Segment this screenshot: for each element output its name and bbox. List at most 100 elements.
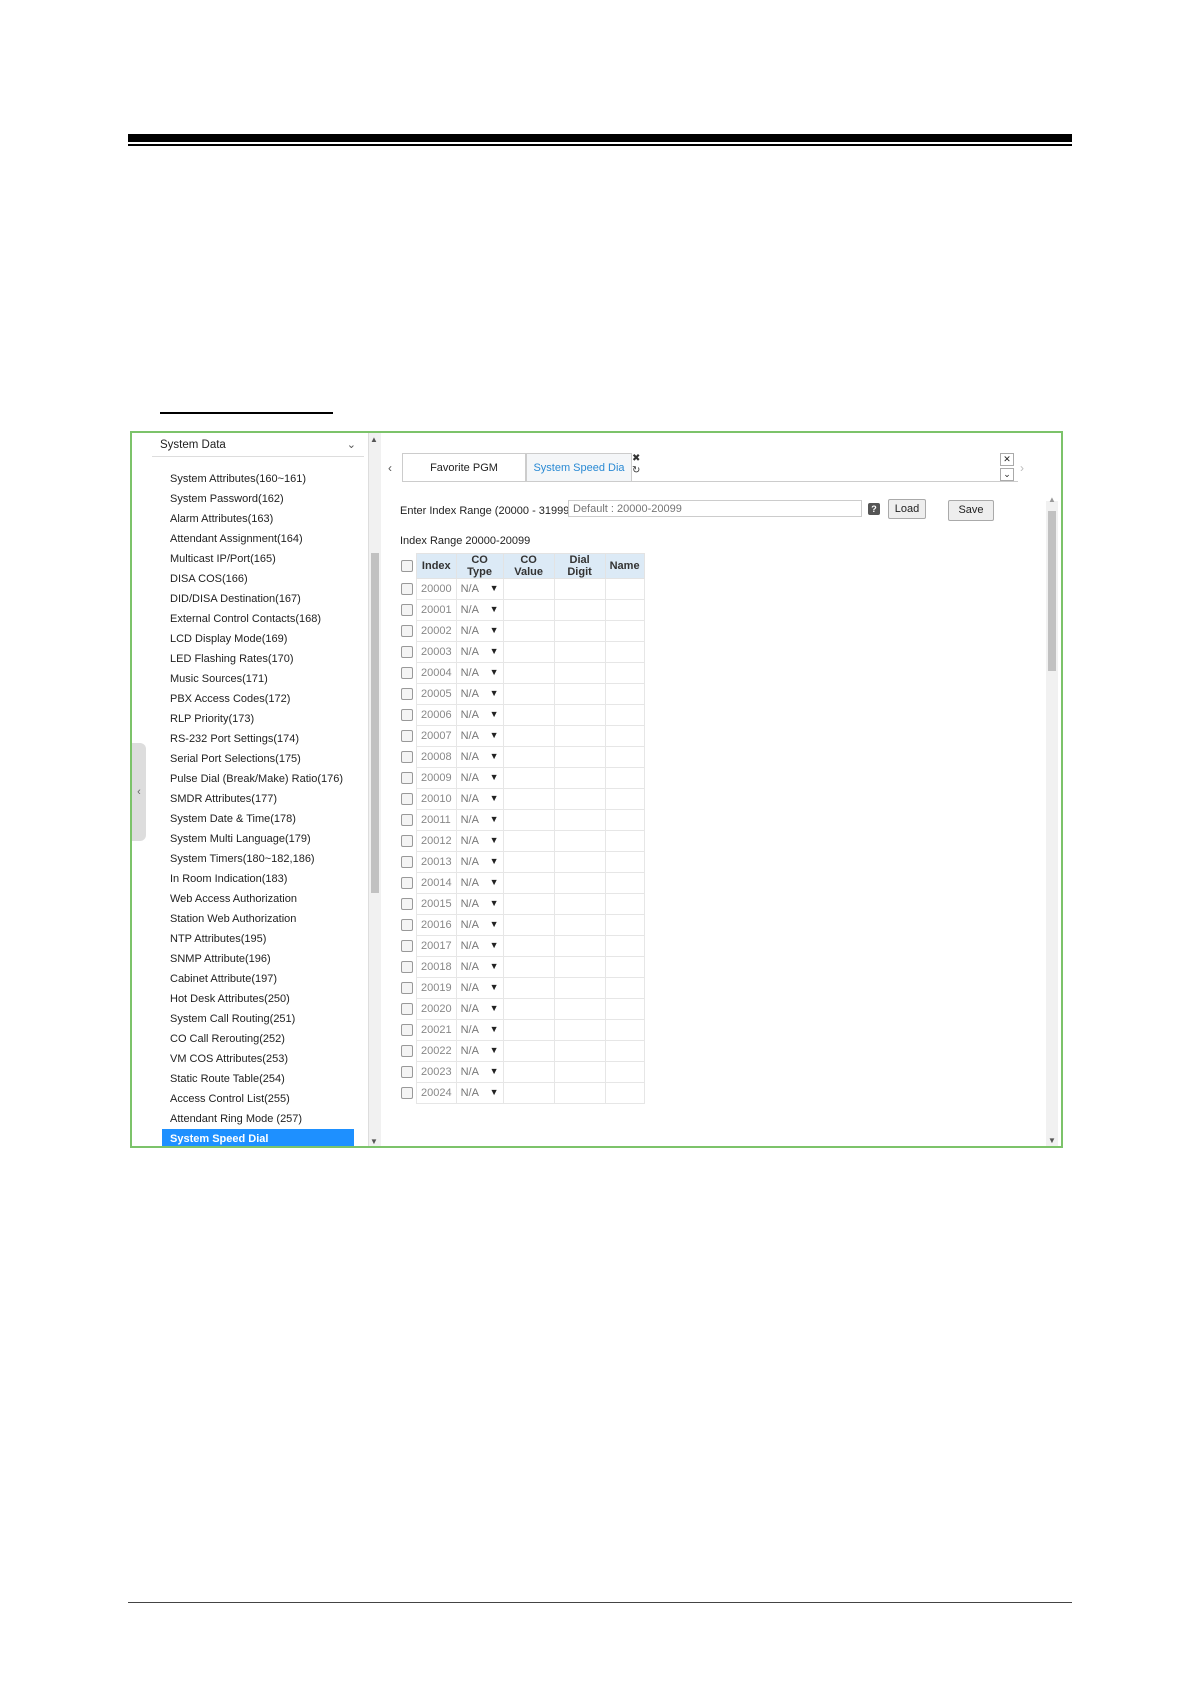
dial-digit-cell[interactable] [553,956,606,978]
co-value-cell[interactable] [502,914,555,936]
dropdown-arrow-icon[interactable]: ▼ [490,1045,499,1055]
row-checkbox[interactable] [401,856,413,869]
co-type-select[interactable]: N/A ▼ [455,893,504,915]
name-cell[interactable] [604,767,645,789]
dial-digit-cell[interactable] [553,914,606,936]
co-type-select[interactable]: N/A ▼ [455,704,504,726]
row-checkbox[interactable] [401,898,413,911]
sidebar-item[interactable]: Hot Desk Attributes(250) [152,989,364,1009]
co-value-cell[interactable] [502,704,555,726]
row-checkbox[interactable] [401,835,413,848]
row-checkbox[interactable] [401,646,413,659]
co-type-select[interactable]: N/A ▼ [455,641,504,663]
row-checkbox[interactable] [401,877,413,890]
co-value-cell[interactable] [502,830,555,852]
co-value-cell[interactable] [502,788,555,810]
name-cell[interactable] [604,1082,645,1104]
dial-digit-cell[interactable] [553,746,606,768]
name-cell[interactable] [604,578,645,600]
row-checkbox[interactable] [401,919,413,932]
co-value-cell[interactable] [502,725,555,747]
dropdown-arrow-icon[interactable]: ▼ [490,982,499,992]
dropdown-arrow-icon[interactable]: ▼ [490,646,499,656]
row-checkbox[interactable] [401,1045,413,1058]
dial-digit-cell[interactable] [553,1019,606,1041]
row-checkbox[interactable] [401,730,413,743]
co-value-cell[interactable] [502,1019,555,1041]
co-type-select[interactable]: N/A ▼ [455,872,504,894]
dial-digit-cell[interactable] [553,893,606,915]
co-value-cell[interactable] [502,1082,555,1104]
co-type-select[interactable]: N/A ▼ [455,788,504,810]
co-type-select[interactable]: N/A ▼ [455,725,504,747]
sidebar-item[interactable]: Static Route Table(254) [152,1069,364,1089]
index-range-input[interactable] [568,500,862,517]
sidebar-item[interactable]: Attendant Ring Mode (257) [152,1109,364,1129]
help-icon[interactable]: ? [868,503,880,515]
row-checkbox[interactable] [401,793,413,806]
dial-digit-cell[interactable] [553,641,606,663]
tab-scroll-left-icon[interactable]: ‹ [388,461,392,475]
main-scroll-thumb[interactable] [1048,511,1056,671]
dropdown-arrow-icon[interactable]: ▼ [490,1087,499,1097]
name-cell[interactable] [604,704,645,726]
dropdown-arrow-icon[interactable]: ▼ [490,772,499,782]
dial-digit-cell[interactable] [553,830,606,852]
co-type-select[interactable]: N/A ▼ [455,1019,504,1041]
sidebar-item[interactable]: Attendant Assignment(164) [152,529,364,549]
close-all-icon[interactable]: ✕ [1000,453,1014,466]
sidebar-item[interactable]: System Password(162) [152,489,364,509]
sidebar-item[interactable]: System Date & Time(178) [152,809,364,829]
sidebar-item[interactable]: Access Control List(255) [152,1089,364,1109]
header-co-type[interactable]: CO Type [455,553,504,579]
co-value-cell[interactable] [502,956,555,978]
dial-digit-cell[interactable] [553,1061,606,1083]
name-cell[interactable] [604,599,645,621]
dropdown-arrow-icon[interactable]: ▼ [490,667,499,677]
load-button[interactable]: Load [888,499,926,519]
sidebar-item[interactable]: External Control Contacts(168) [152,609,364,629]
name-cell[interactable] [604,851,645,873]
sidebar-item[interactable]: In Room Indication(183) [152,869,364,889]
co-type-select[interactable]: N/A ▼ [455,851,504,873]
row-checkbox[interactable] [401,667,413,680]
name-cell[interactable] [604,956,645,978]
co-type-select[interactable]: N/A ▼ [455,662,504,684]
dropdown-arrow-icon[interactable]: ▼ [490,961,499,971]
co-type-select[interactable]: N/A ▼ [455,599,504,621]
name-cell[interactable] [604,1019,645,1041]
name-cell[interactable] [604,977,645,999]
sidebar-item[interactable]: System Call Routing(251) [152,1009,364,1029]
co-value-cell[interactable] [502,620,555,642]
dial-digit-cell[interactable] [553,683,606,705]
sidebar-scroll-thumb[interactable] [371,553,379,893]
dropdown-arrow-icon[interactable]: ▼ [490,835,499,845]
chevron-down-icon[interactable]: ⌄ [347,433,356,457]
dropdown-arrow-icon[interactable]: ▼ [490,730,499,740]
sidebar-item[interactable]: CO Call Rerouting(252) [152,1029,364,1049]
co-type-select[interactable]: N/A ▼ [455,809,504,831]
sidebar-item[interactable]: Multicast IP/Port(165) [152,549,364,569]
row-checkbox[interactable] [401,961,413,974]
refresh-icon[interactable]: ↻ [632,465,640,477]
main-scrollbar[interactable]: ▲ ▼ [1046,495,1058,1146]
co-type-select[interactable]: N/A ▼ [455,578,504,600]
name-cell[interactable] [604,914,645,936]
co-type-select[interactable]: N/A ▼ [455,830,504,852]
header-index[interactable]: Index [416,553,457,579]
co-value-cell[interactable] [502,1061,555,1083]
dial-digit-cell[interactable] [553,1082,606,1104]
dropdown-arrow-icon[interactable]: ▼ [490,1003,499,1013]
tab-favorite-pgm[interactable]: Favorite PGM [402,453,526,481]
sidebar-scrollbar[interactable]: ▲ ▼ [368,433,381,1146]
co-type-select[interactable]: N/A ▼ [455,914,504,936]
sidebar-item[interactable]: Pulse Dial (Break/Make) Ratio(176) [152,769,364,789]
header-dial-digit[interactable]: Dial Digit [553,553,606,579]
sidebar-item[interactable]: System Timers(180~182,186) [152,849,364,869]
dial-digit-cell[interactable] [553,809,606,831]
sidebar-item[interactable]: System Attributes(160~161) [152,469,364,489]
collapse-sidebar-handle[interactable]: ‹ [132,743,146,841]
dropdown-arrow-icon[interactable]: ▼ [490,814,499,824]
name-cell[interactable] [604,809,645,831]
dropdown-arrow-icon[interactable]: ▼ [490,688,499,698]
